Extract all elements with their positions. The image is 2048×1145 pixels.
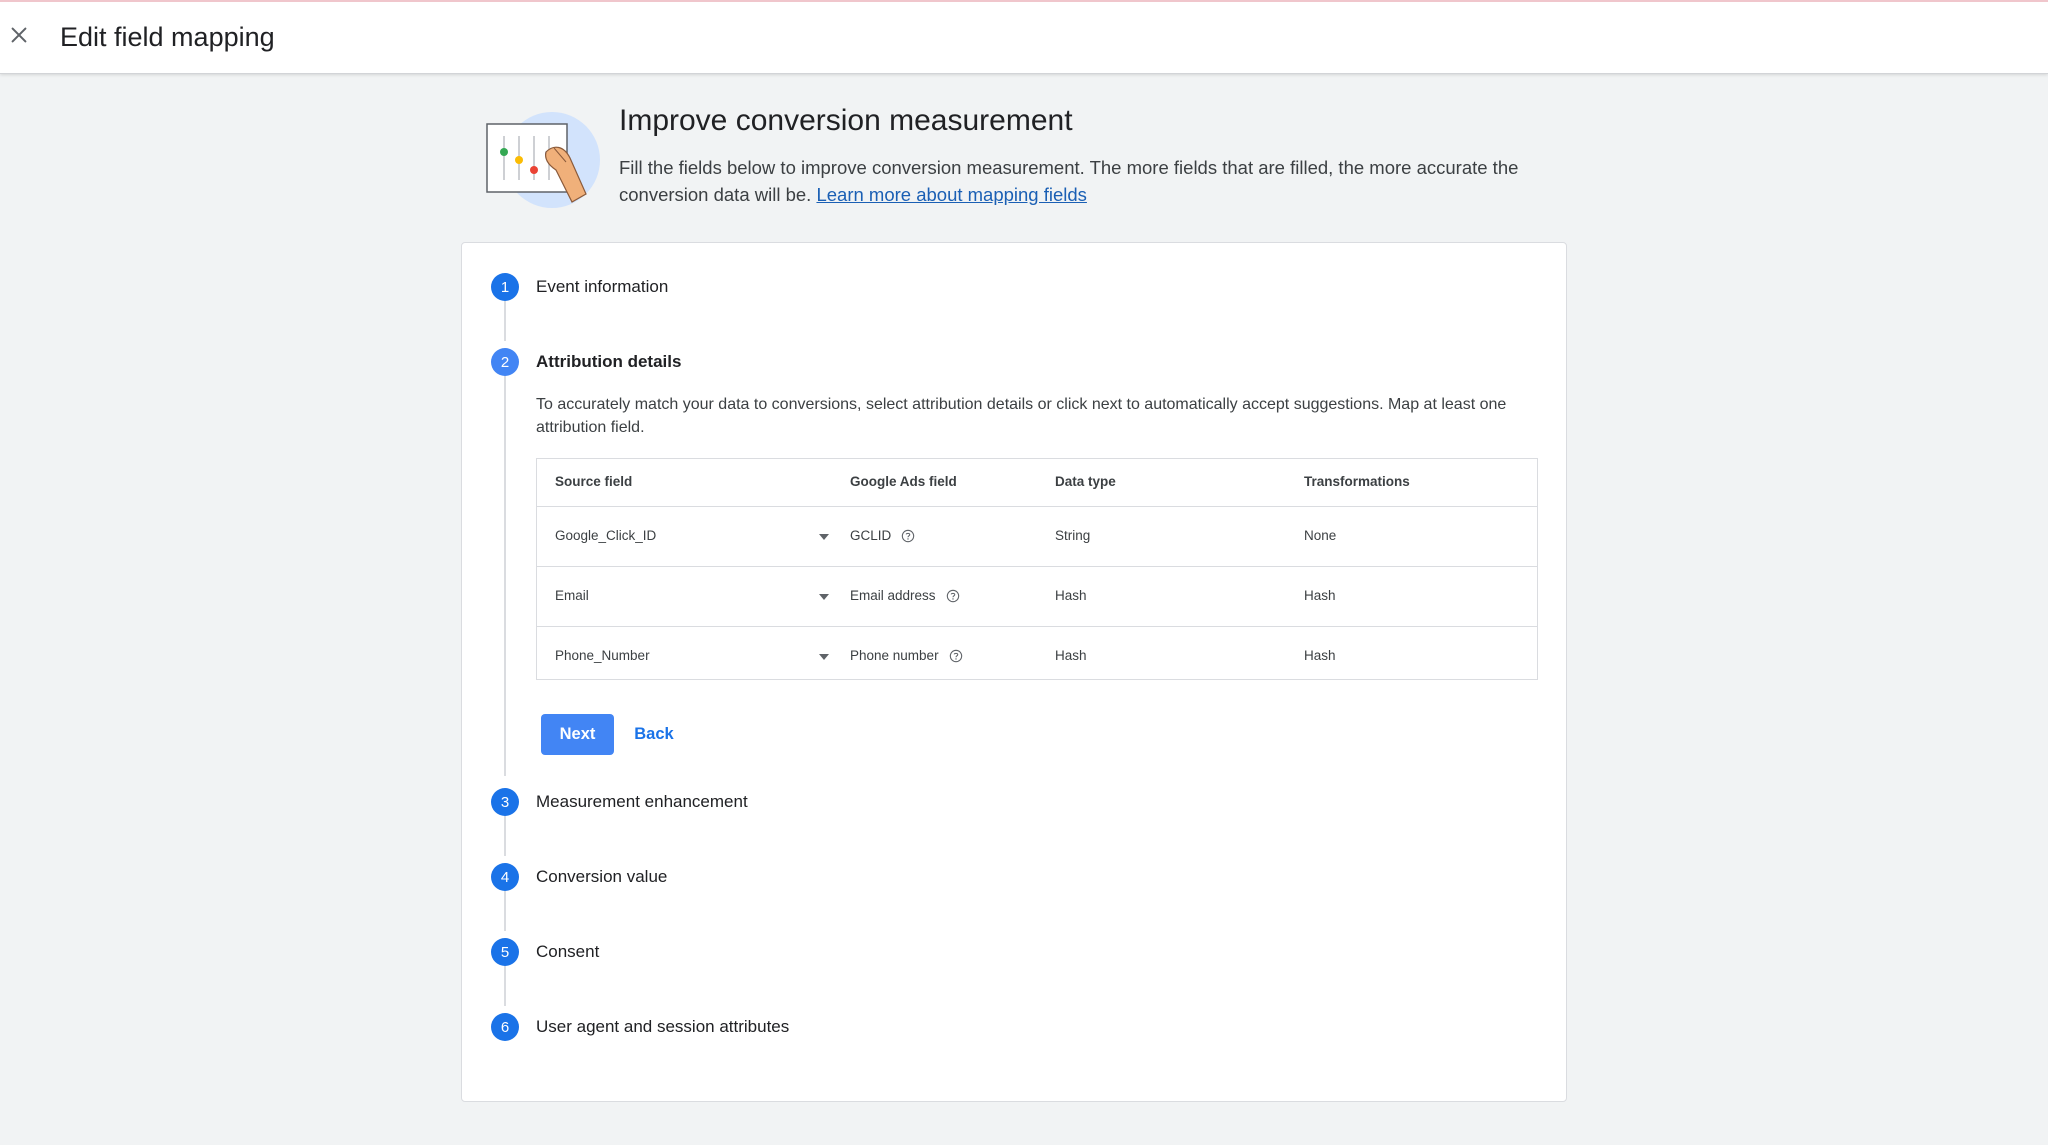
column-header: Google Ads field xyxy=(850,474,957,489)
learn-more-link[interactable]: Learn more about mapping fields xyxy=(816,184,1086,205)
step-label: Attribution details xyxy=(536,352,682,371)
stepper-card: 1 Event information 2 Attribution detail… xyxy=(461,242,1567,1102)
step-user-agent-session[interactable]: 6 User agent and session attributes xyxy=(491,1012,789,1042)
source-field-value: Phone_Number xyxy=(555,648,650,663)
step-consent[interactable]: 5 Consent xyxy=(491,937,599,967)
source-field-value: Email xyxy=(555,588,589,603)
dropdown-arrow-icon xyxy=(819,534,829,540)
step-label: Consent xyxy=(536,942,600,961)
transformation: None xyxy=(1304,528,1337,543)
data-type: Hash xyxy=(1055,648,1087,663)
data-type: String xyxy=(1055,528,1091,543)
source-field-dropdown[interactable]: Phone_Number xyxy=(555,639,831,675)
transformation: Hash xyxy=(1304,648,1336,663)
source-field-dropdown[interactable]: Email xyxy=(555,579,831,615)
page-title: Edit field mapping xyxy=(60,22,275,52)
step-connector xyxy=(504,301,506,341)
step-label: Measurement enhancement xyxy=(536,792,748,811)
step-label: Event information xyxy=(536,277,669,296)
column-header: Source field xyxy=(555,474,633,489)
dropdown-arrow-icon xyxy=(819,594,829,600)
table-row: Phone_Number Phone number Hash Hash xyxy=(537,627,1537,687)
next-button[interactable]: Next xyxy=(541,714,614,755)
close-icon xyxy=(11,27,27,43)
intro-description: Fill the fields below to improve convers… xyxy=(619,154,1579,208)
transformation: Hash xyxy=(1304,588,1336,603)
step-connector xyxy=(504,966,506,1006)
table-header: Source field Google Ads field Data type … xyxy=(537,459,1537,507)
back-button[interactable]: Back xyxy=(628,714,680,755)
google-ads-field: GCLID xyxy=(850,528,915,543)
google-ads-field-label: Phone number xyxy=(850,648,939,663)
attribution-description: To accurately match your data to convers… xyxy=(536,396,1507,436)
step-number: 4 xyxy=(491,863,519,891)
step-label: Conversion value xyxy=(536,867,668,886)
step-connector xyxy=(504,376,506,776)
sliders-hand-illustration xyxy=(486,112,600,208)
close-button[interactable] xyxy=(4,20,34,50)
step-attribution-details[interactable]: 2 Attribution details xyxy=(491,347,681,377)
help-icon[interactable] xyxy=(949,649,963,663)
step-connector xyxy=(504,816,506,856)
google-ads-field: Email address xyxy=(850,588,960,603)
column-header: Transformations xyxy=(1304,474,1410,489)
google-ads-field-label: Email address xyxy=(850,588,936,603)
google-ads-field: Phone number xyxy=(850,648,963,663)
google-ads-field-label: GCLID xyxy=(850,528,892,543)
intro-title: Improve conversion measurement xyxy=(619,104,1073,137)
step-measurement-enhancement[interactable]: 3 Measurement enhancement xyxy=(491,787,748,817)
step-label: User agent and session attributes xyxy=(536,1017,790,1036)
step-number: 1 xyxy=(491,273,519,301)
help-icon[interactable] xyxy=(901,529,915,543)
table-row: Email Email address Hash Hash xyxy=(537,567,1537,627)
column-header: Data type xyxy=(1055,474,1116,489)
step-number: 6 xyxy=(491,1013,519,1041)
table-row: Google_Click_ID GCLID String None xyxy=(537,507,1537,567)
help-icon[interactable] xyxy=(946,589,960,603)
step-conversion-value[interactable]: 4 Conversion value xyxy=(491,862,667,892)
step-number: 3 xyxy=(491,788,519,816)
data-type: Hash xyxy=(1055,588,1087,603)
step-event-information[interactable]: 1 Event information xyxy=(491,272,668,302)
source-field-dropdown[interactable]: Google_Click_ID xyxy=(555,519,831,555)
intro-section: Improve conversion measurement Fill the … xyxy=(484,104,1584,214)
source-field-value: Google_Click_ID xyxy=(555,528,657,543)
dropdown-arrow-icon xyxy=(819,654,829,660)
step-connector xyxy=(504,891,506,931)
step-number: 2 xyxy=(491,348,519,376)
top-app-bar: Edit field mapping xyxy=(0,0,2048,74)
field-mapping-table: Source field Google Ads field Data type … xyxy=(536,458,1538,680)
step-number: 5 xyxy=(491,938,519,966)
